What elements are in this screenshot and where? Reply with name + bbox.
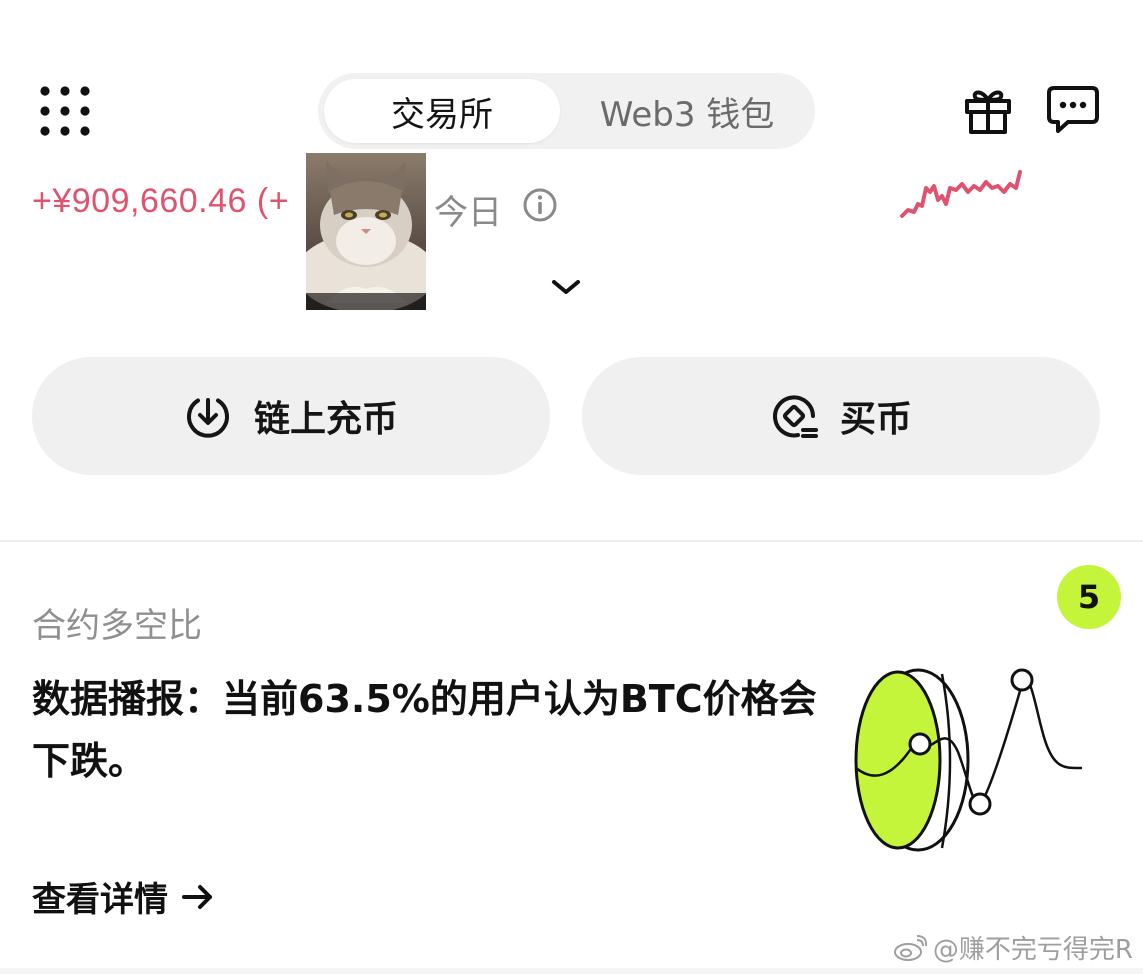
info-icon[interactable]: [522, 187, 558, 223]
arrow-right-icon: [182, 884, 212, 909]
period-label: 今日: [434, 193, 502, 233]
cat-sticker-image: [306, 153, 426, 310]
onchain-deposit-button[interactable]: 链上充币: [32, 357, 550, 475]
view-details-link[interactable]: 查看详情: [32, 872, 216, 921]
details-label: 查看详情: [32, 880, 168, 920]
card-count-badge: 5: [1057, 565, 1121, 629]
deposit-label: 链上充币: [253, 399, 398, 440]
gift-icon[interactable]: [962, 84, 1014, 136]
coin-buy-icon: [773, 395, 818, 438]
weibo-watermark: @赚不完亏得完R: [893, 929, 1133, 966]
download-icon: [187, 398, 229, 438]
tab-exchange[interactable]: 交易所: [324, 79, 560, 143]
buy-label: 买币: [839, 399, 912, 440]
card-title: 合约多空比: [32, 606, 202, 646]
message-icon[interactable]: [1046, 84, 1100, 136]
chevron-down-icon[interactable]: [548, 276, 584, 298]
weibo-icon: [893, 934, 927, 961]
pnl-sparkline: [898, 166, 1026, 224]
tab-web3-wallet[interactable]: Web3 钱包: [562, 79, 812, 143]
buy-crypto-button[interactable]: 买币: [582, 357, 1100, 475]
card-headline: 数据播报：当前63.5%的用户认为BTC价格会下跌。: [32, 677, 817, 783]
long-short-illustration: [846, 660, 1090, 860]
watermark-text: @赚不完亏得完R: [932, 935, 1133, 965]
today-pnl: +¥909,660.46 (+: [32, 182, 290, 220]
apps-grid-icon[interactable]: [38, 84, 92, 138]
bottom-edge: [0, 968, 1143, 974]
section-divider: [0, 540, 1143, 542]
